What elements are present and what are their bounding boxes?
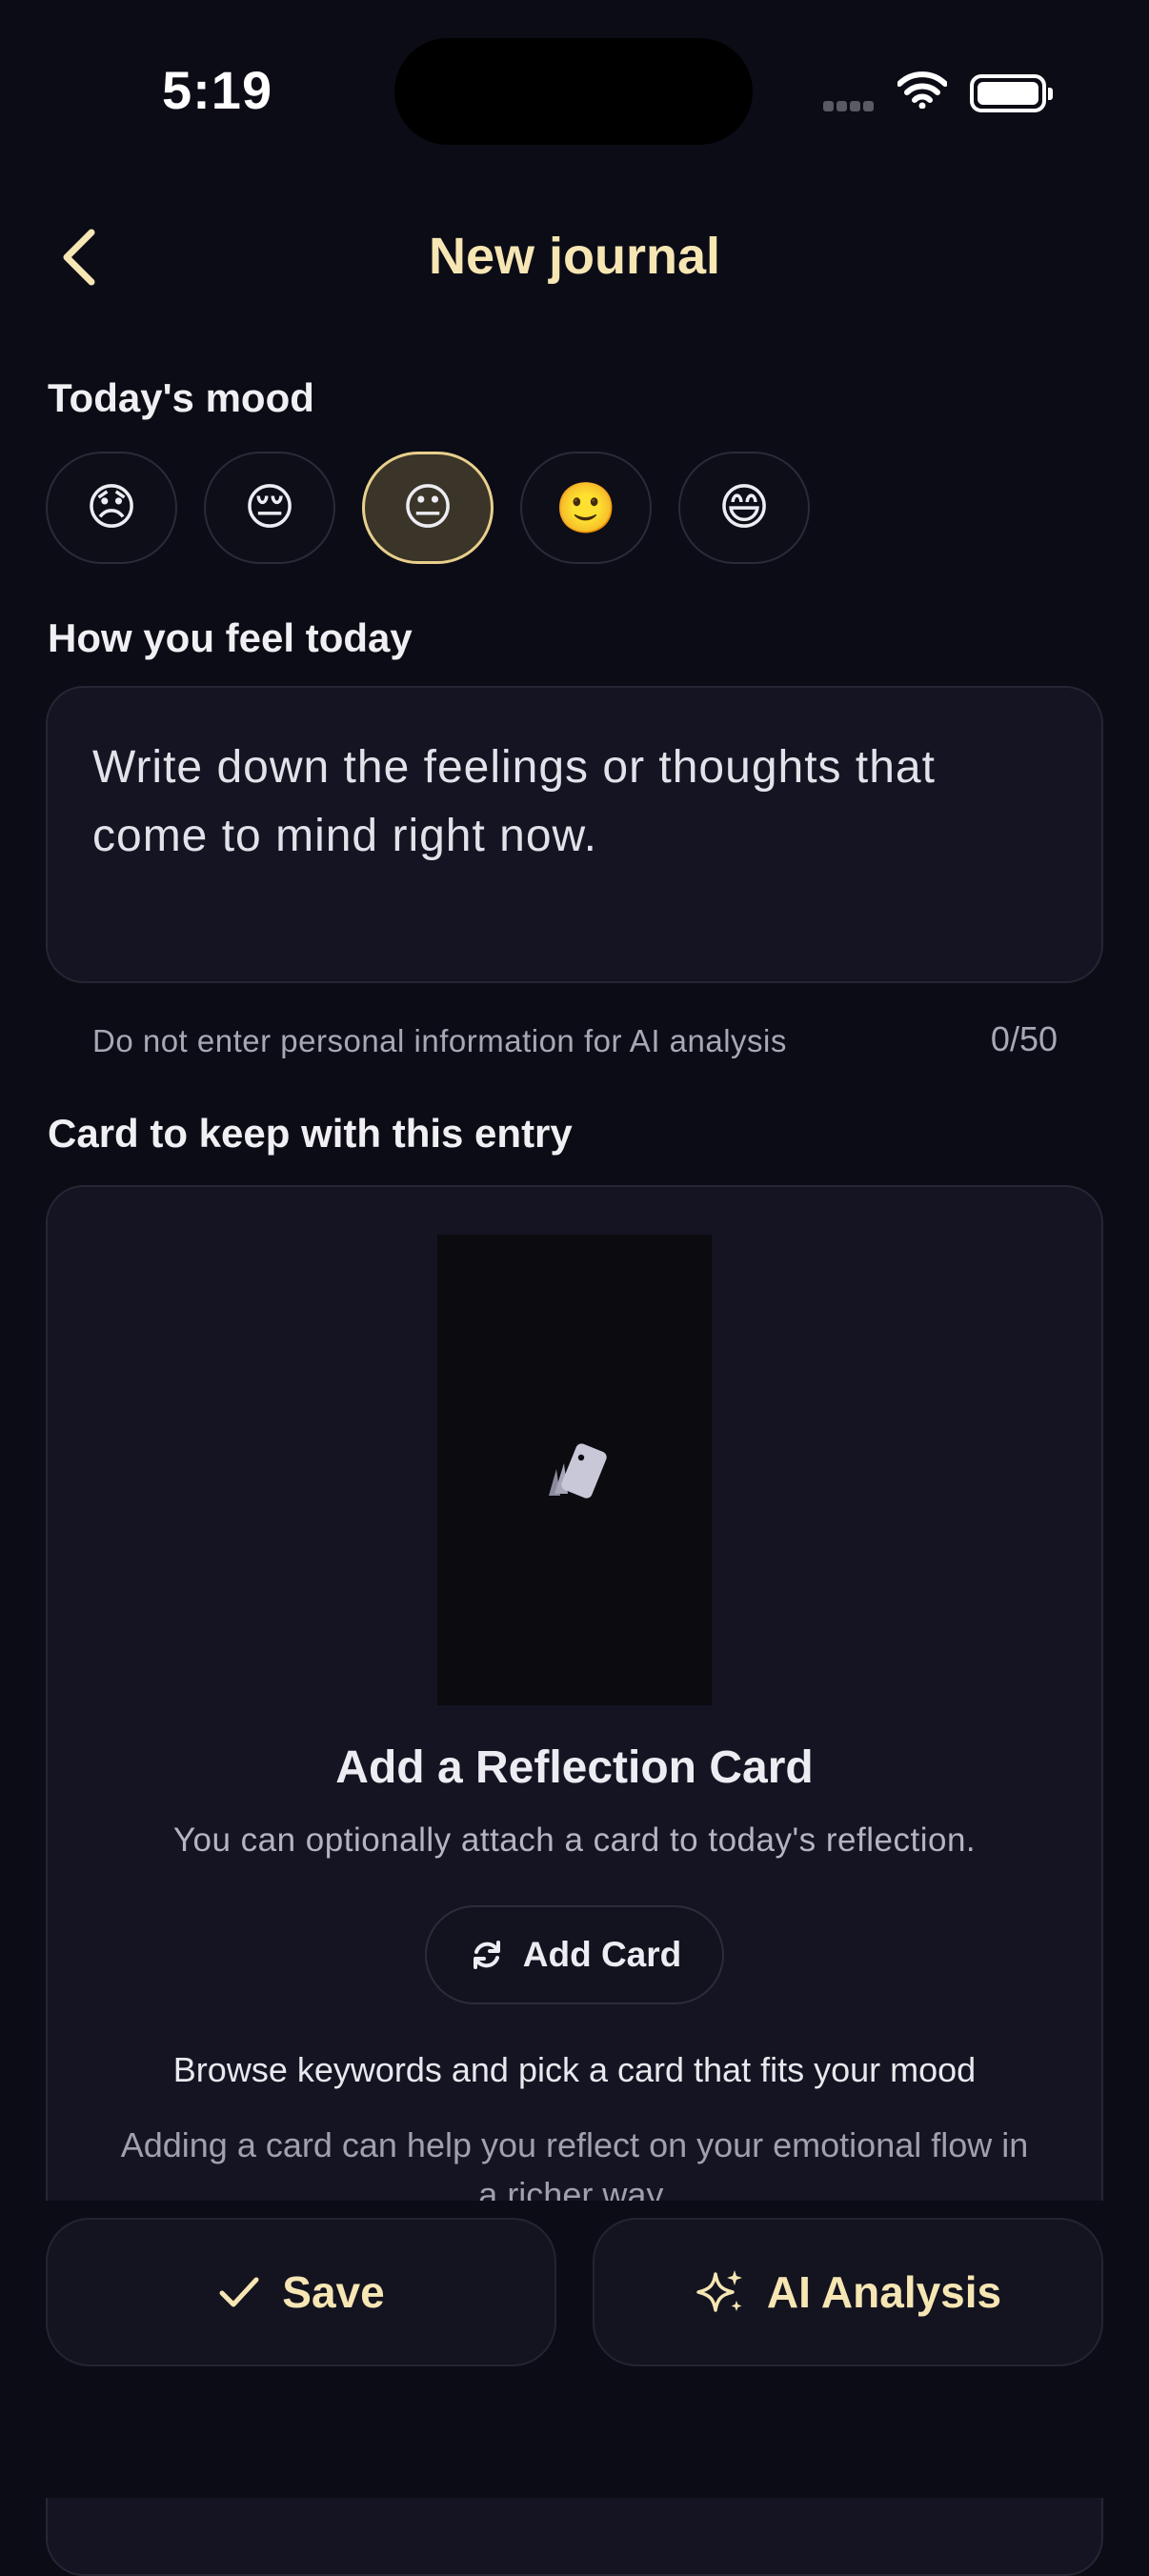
char-counter: 0/50 [990, 1019, 1058, 1058]
privacy-hint: Do not enter personal information for AI… [92, 1023, 787, 1058]
add-card-subtitle: You can optionally attach a card to toda… [172, 1821, 977, 1859]
browse-text: Browse keywords and pick a card that fit… [172, 2050, 977, 2089]
feel-label: How you feel today [48, 615, 413, 660]
ai-analysis-button[interactable]: AI Analysis [593, 2218, 1103, 2366]
checkmark-icon [219, 2277, 259, 2307]
wifi-icon [897, 70, 948, 113]
add-card-label: Add Card [522, 1935, 682, 1974]
card-section-label: Card to keep with this entry [48, 1111, 573, 1156]
save-label: Save [282, 2267, 385, 2317]
mood-option-sad[interactable]: 😔 [204, 452, 335, 564]
add-card-button[interactable]: Add Card [425, 1905, 724, 2004]
mood-label: Today's mood [48, 375, 314, 420]
feeling-placeholder: Write down the feelings or thoughts that… [92, 742, 936, 861]
cellular-signal-icon [823, 99, 877, 116]
mood-option-very-sad[interactable]: 😞 [46, 452, 177, 564]
ai-analysis-label: AI Analysis [766, 2267, 1002, 2317]
battery-icon [970, 74, 1053, 112]
cards-icon [539, 1439, 612, 1506]
mood-option-neutral[interactable]: 😐 [362, 452, 494, 564]
mood-option-very-happy[interactable]: 😄 [678, 452, 810, 564]
page-title: New journal [428, 228, 721, 285]
sparkles-icon [696, 2270, 742, 2312]
status-time: 5:19 [162, 60, 273, 120]
save-button[interactable]: Save [46, 2218, 556, 2366]
add-card-title: Add a Reflection Card [335, 1742, 814, 1793]
dynamic-island [394, 38, 753, 145]
mood-option-happy[interactable]: 🙂 [520, 452, 652, 564]
refresh-icon [473, 1941, 500, 1969]
